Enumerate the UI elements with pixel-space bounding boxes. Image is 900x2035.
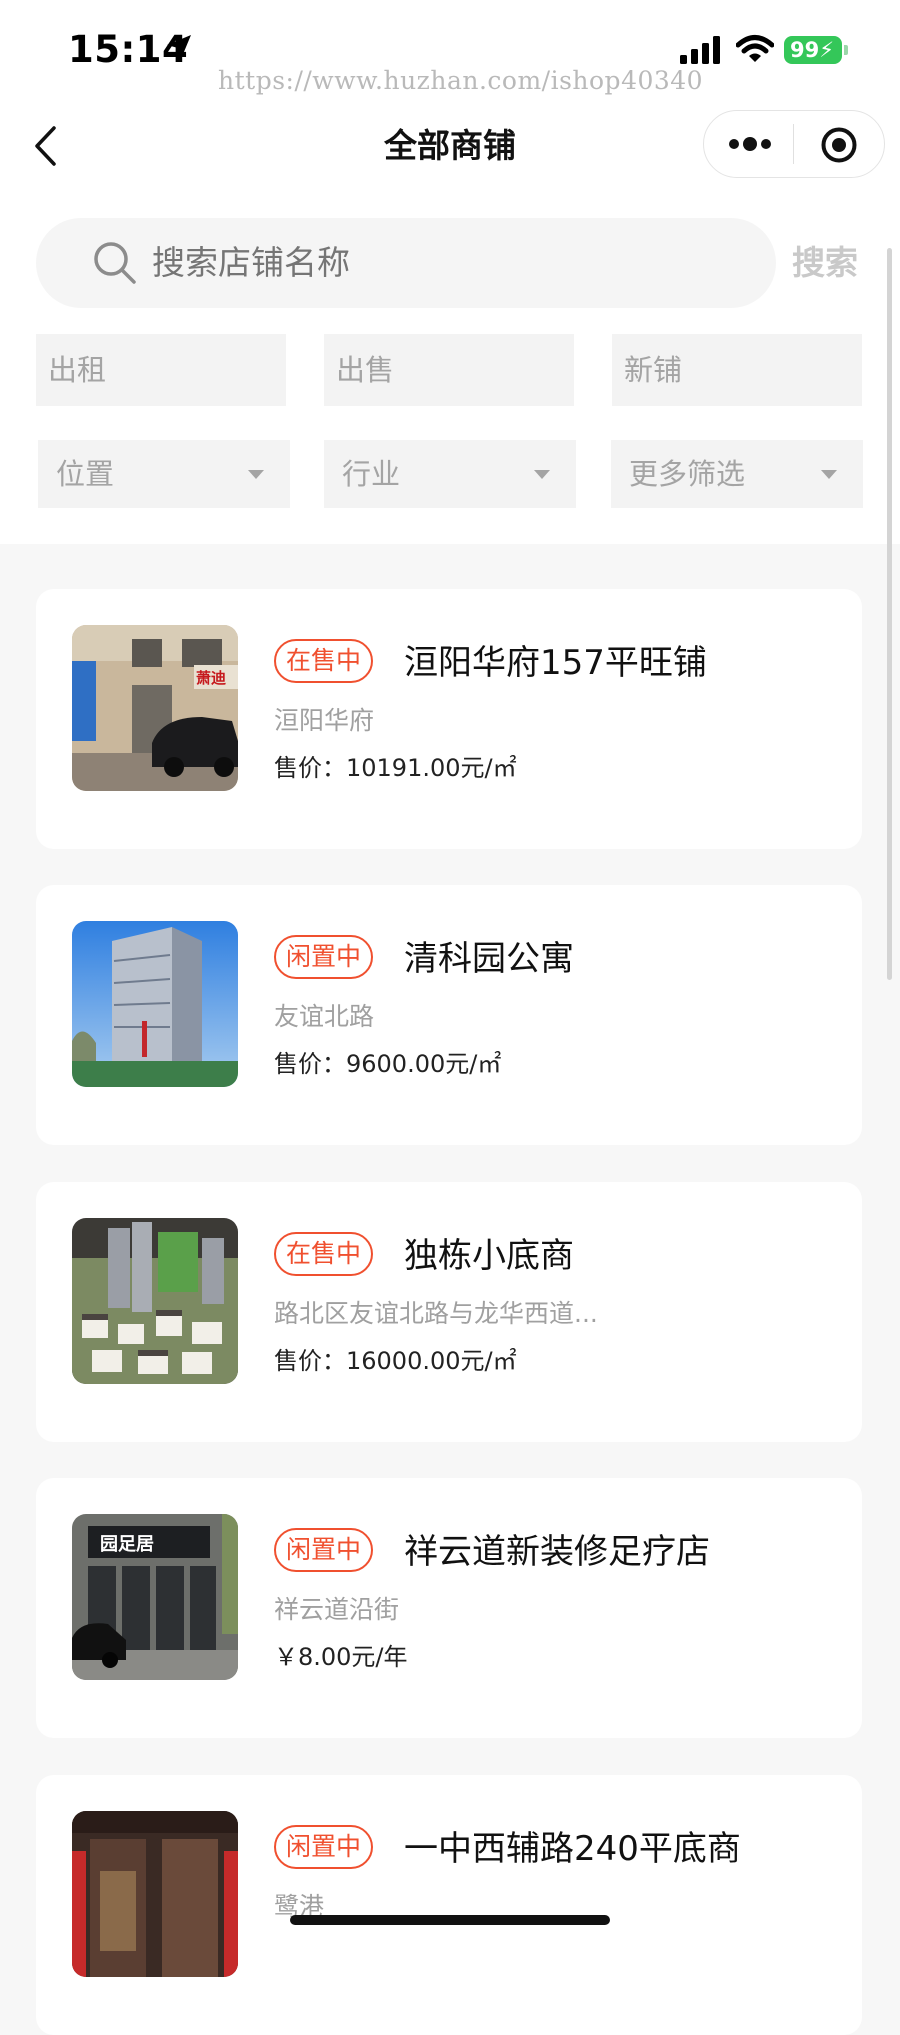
listing-price: ￥8.00元/年 [274, 1643, 408, 1671]
tab-new[interactable]: 新铺 [612, 334, 862, 406]
status-badge: 在售中 [274, 1232, 374, 1276]
listing-thumbnail [72, 1218, 238, 1384]
dropdown-industry[interactable]: 行业 [324, 440, 576, 508]
caret-down-icon [248, 470, 264, 479]
listing-card[interactable]: 萧迪 在售中 洹阳华府157平旺铺 洹阳华府 售价：10191.00元/㎡ [36, 589, 862, 849]
tab-sale[interactable]: 出售 [324, 334, 574, 406]
wifi-icon [736, 35, 774, 62]
search-icon [94, 242, 136, 284]
charging-bolt-icon: ⚡ [819, 38, 834, 62]
close-miniprogram-icon[interactable] [820, 126, 858, 164]
storefront-photo-icon: 萧迪 [72, 625, 238, 791]
listing-thumbnail: 萧迪 [72, 625, 238, 791]
listing-thumbnail: 园足居 [72, 1514, 238, 1680]
caret-down-icon [534, 470, 550, 479]
listing-location: 路北区友谊北路与龙华西道... [274, 1299, 598, 1328]
listing-card[interactable]: 在售中 独栋小底商 路北区友谊北路与龙华西道... 售价：16000.00元/㎡ [36, 1182, 862, 1442]
scrollbar[interactable] [887, 248, 892, 980]
listing-title: 独栋小底商 [404, 1236, 574, 1276]
dropdown-location-label: 位置 [56, 457, 115, 491]
caret-down-icon [821, 470, 837, 479]
search-input[interactable] [152, 240, 712, 286]
listing-card[interactable]: 闲置中 清科园公寓 友谊北路 售价：9600.00元/㎡ [36, 885, 862, 1145]
dropdown-industry-label: 行业 [342, 457, 401, 491]
listing-title: 清科园公寓 [404, 939, 574, 979]
listing-price: 售价：16000.00元/㎡ [274, 1347, 517, 1375]
svg-text:萧迪: 萧迪 [196, 669, 226, 687]
status-badge: 闲置中 [274, 1825, 374, 1869]
location-arrow-icon [167, 35, 191, 59]
cellular-signal-icon [680, 36, 720, 64]
battery-level: 99 [790, 38, 820, 62]
listing-location: 友谊北路 [274, 1002, 375, 1031]
listing-location: 洹阳华府 [274, 706, 375, 735]
listing-card[interactable]: 园足居 闲置中 祥云道新装修足疗店 祥云道沿街 ￥8.00元/年 [36, 1478, 862, 1738]
home-indicator[interactable] [290, 1915, 610, 1925]
status-badge: 闲置中 [274, 1528, 374, 1572]
dropdown-location[interactable]: 位置 [38, 440, 290, 508]
site-model-photo-icon [72, 1218, 238, 1384]
more-dots-icon[interactable] [728, 134, 772, 154]
listing-title: 一中西辅路240平底商 [404, 1829, 741, 1869]
shop-entrance-photo-icon [72, 1811, 238, 1977]
battery-indicator: 99⚡ [784, 36, 842, 64]
listing-price: 售价：10191.00元/㎡ [274, 754, 517, 782]
status-badge: 闲置中 [274, 935, 374, 979]
spa-storefront-photo-icon: 园足居 [72, 1514, 238, 1680]
search-button[interactable]: 搜索 [792, 240, 858, 286]
apartment-tower-photo-icon [72, 921, 238, 1087]
battery-tip [844, 45, 848, 55]
capsule-divider [793, 124, 794, 164]
svg-text:园足居: 园足居 [100, 1534, 154, 1555]
listing-location: 祥云道沿街 [274, 1595, 400, 1624]
listing-card[interactable]: 闲置中 一中西辅路240平底商 鹭港 [36, 1775, 862, 2035]
listing-thumbnail [72, 1811, 238, 1977]
dropdown-more-filters-label: 更多筛选 [629, 457, 746, 491]
listing-title: 祥云道新装修足疗店 [404, 1532, 710, 1572]
listing-thumbnail [72, 921, 238, 1087]
listing-price: 售价：9600.00元/㎡ [274, 1050, 502, 1078]
watermark-url: https://www.huzhan.com/ishop40340 [218, 66, 704, 95]
status-badge: 在售中 [274, 639, 374, 683]
tab-rent[interactable]: 出租 [36, 334, 286, 406]
dropdown-more-filters[interactable]: 更多筛选 [611, 440, 863, 508]
listing-title: 洹阳华府157平旺铺 [404, 643, 707, 683]
